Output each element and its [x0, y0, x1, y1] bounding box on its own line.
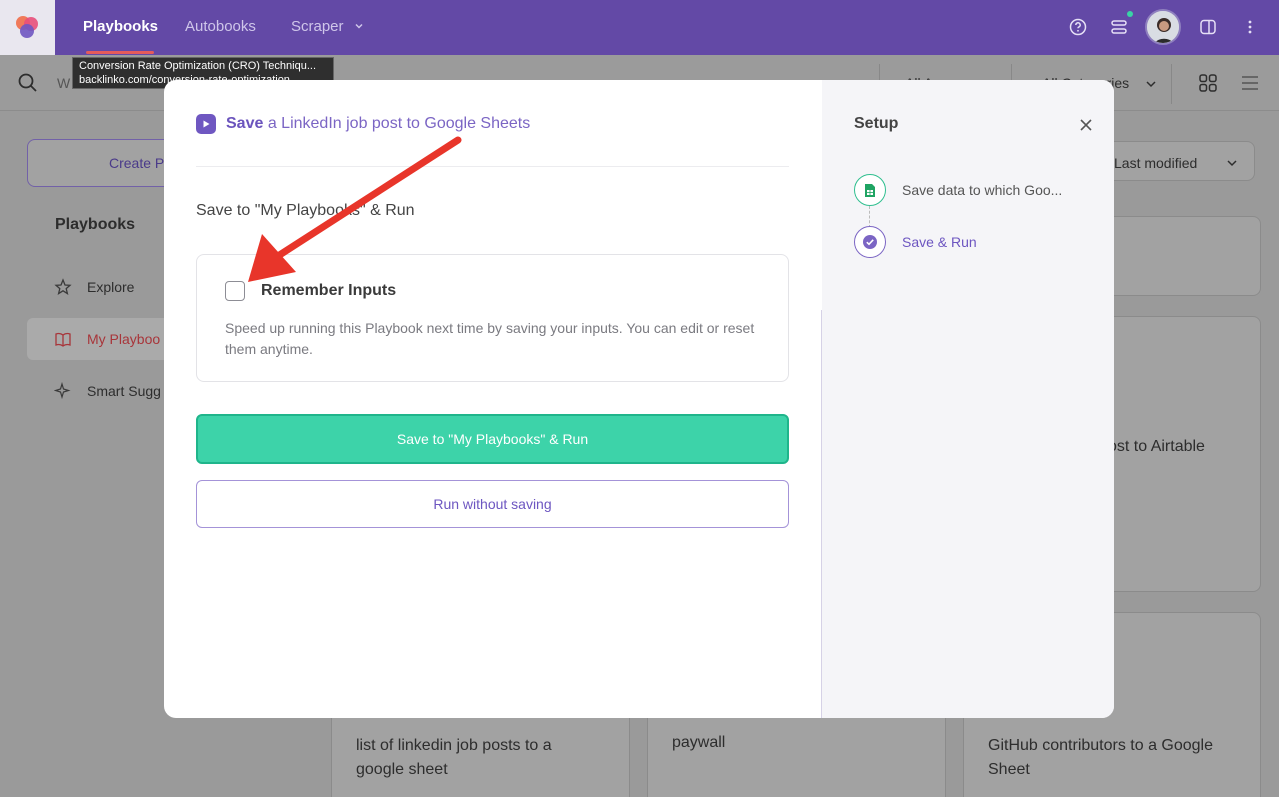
- tooltip-title: Conversion Rate Optimization (CRO) Techn…: [79, 60, 317, 72]
- sparkle-icon: [54, 382, 71, 400]
- modal-title-text: a LinkedIn job post to Google Sheets: [267, 115, 531, 132]
- panel-divider: [821, 310, 822, 718]
- nav-playbooks[interactable]: Playbooks: [83, 18, 158, 35]
- user-photo-icon: [1147, 11, 1179, 43]
- setup-title: Setup: [854, 115, 899, 132]
- toolbar-divider: [1171, 64, 1172, 104]
- sidebar-item-smart-suggestions[interactable]: Smart Sugg: [87, 383, 161, 399]
- remember-inputs-card: Remember Inputs Speed up running this Pl…: [196, 254, 789, 382]
- search-icon[interactable]: [17, 72, 39, 94]
- avatar[interactable]: [1145, 9, 1181, 45]
- setup-step-save-run[interactable]: Save & Run: [854, 226, 977, 258]
- step-connector: [869, 206, 870, 228]
- more-vertical-icon[interactable]: [1237, 14, 1263, 40]
- modal-title: Save a LinkedIn job post to Google Sheet…: [196, 114, 530, 134]
- nav-autobooks[interactable]: Autobooks: [185, 18, 256, 35]
- card-title: paywall: [672, 734, 726, 751]
- card-title: GitHub contributors to a Google Sheet: [988, 737, 1214, 778]
- setup-step-label: Save data to which Goo...: [902, 182, 1063, 198]
- nav-scraper-label: Scraper: [291, 18, 344, 35]
- card-title: ost to Airtable: [1108, 438, 1205, 455]
- remember-inputs-label[interactable]: Remember Inputs: [261, 282, 396, 300]
- notification-dot: [1127, 11, 1133, 17]
- modal-title-action: Save: [226, 115, 264, 132]
- card-title: list of linkedin job posts to a google s…: [356, 737, 552, 778]
- nav-active-indicator: [86, 51, 154, 54]
- sidebar-toggle-icon[interactable]: [1195, 14, 1221, 40]
- close-icon[interactable]: [1074, 113, 1098, 137]
- star-icon: [54, 278, 72, 296]
- sidebar-heading: Playbooks: [55, 216, 136, 233]
- create-playbook-label: Create P: [109, 155, 165, 171]
- nav-scraper[interactable]: Scraper: [291, 18, 364, 35]
- setup-step-label: Save & Run: [902, 234, 977, 250]
- play-icon: [196, 114, 216, 134]
- run-without-saving-button[interactable]: Run without saving: [196, 480, 789, 528]
- save-and-run-button[interactable]: Save to "My Playbooks" & Run: [196, 414, 789, 464]
- save-run-modal: Save a LinkedIn job post to Google Sheet…: [164, 80, 1114, 718]
- remember-inputs-checkbox[interactable]: [225, 281, 245, 301]
- chevron-down-icon: [1146, 81, 1156, 88]
- help-icon[interactable]: [1065, 14, 1091, 40]
- divider: [196, 166, 789, 167]
- list-view-icon[interactable]: [1240, 73, 1260, 93]
- sidebar-item-explore[interactable]: Explore: [87, 279, 134, 295]
- sidebar-item-my-playbooks[interactable]: My Playboo: [87, 331, 160, 347]
- top-navigation-bar: Playbooks Autobooks Scraper: [0, 0, 1279, 55]
- chevron-down-icon: [355, 23, 363, 29]
- setup-step-sheet[interactable]: Save data to which Goo...: [854, 174, 1062, 206]
- sheets-icon: [854, 174, 886, 206]
- remember-inputs-description: Speed up running this Playbook next time…: [225, 320, 755, 357]
- layers-icon[interactable]: [1106, 14, 1132, 40]
- search-input[interactable]: W: [57, 75, 70, 91]
- logo-icon: [16, 16, 38, 38]
- sort-label: Last modified: [1114, 155, 1198, 171]
- check-circle-icon: [854, 226, 886, 258]
- grid-view-icon[interactable]: [1198, 73, 1218, 93]
- chevron-down-icon: [1227, 160, 1237, 167]
- book-icon: [55, 332, 71, 347]
- section-title: Save to "My Playbooks" & Run: [196, 202, 415, 219]
- app-logo[interactable]: [0, 0, 55, 55]
